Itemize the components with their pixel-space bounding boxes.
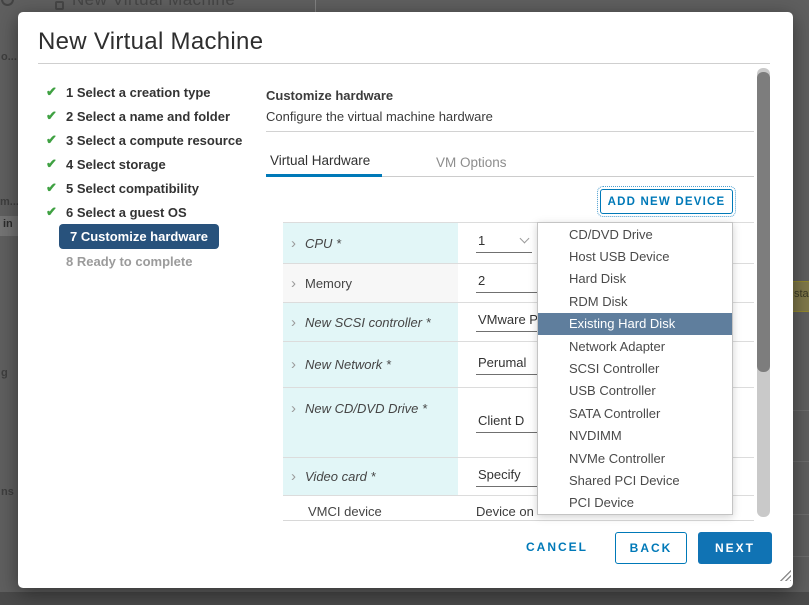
background-table-line <box>793 556 809 557</box>
row-label-cell: Memory <box>283 264 458 302</box>
step-label: 8 Ready to complete <box>66 254 192 269</box>
cancel-button[interactable]: CANCEL <box>526 540 588 554</box>
resize-handle-icon[interactable] <box>779 569 791 581</box>
step-label: 4 Select storage <box>66 157 166 172</box>
row-label: CPU * <box>305 236 341 251</box>
menu-item-host-usb-device[interactable]: Host USB Device <box>538 245 732 267</box>
expand-chevron-icon[interactable] <box>291 469 296 484</box>
row-label-cell: CPU * <box>283 223 458 263</box>
new-vm-wizard-dialog: New Virtual Machine 1 Select a creation … <box>18 12 793 588</box>
menu-item-nvme-controller[interactable]: NVMe Controller <box>538 447 732 469</box>
chevron-down-icon <box>520 234 530 244</box>
background-text-fragment: m... <box>0 196 19 208</box>
menu-item-cddvd-drive[interactable]: CD/DVD Drive <box>538 223 732 245</box>
expand-chevron-icon[interactable] <box>291 276 296 291</box>
expand-chevron-icon[interactable] <box>291 357 296 372</box>
background-table-line <box>793 410 809 411</box>
row-label: Memory <box>305 276 352 291</box>
hardware-tabs: Virtual Hardware VM Options <box>266 150 754 177</box>
divider <box>315 0 316 12</box>
menu-item-existing-hard-disk[interactable]: Existing Hard Disk <box>538 313 732 335</box>
row-label: Video card * <box>305 469 376 484</box>
row-label-cell: New Network * <box>283 342 458 387</box>
step-label: 2 Select a name and folder <box>66 109 230 124</box>
background-window-title: New Virtual Machine <box>72 0 235 10</box>
divider <box>266 131 754 132</box>
select-value: VMware P <box>478 312 538 327</box>
row-label: New SCSI controller * <box>305 315 431 330</box>
row-label: New CD/DVD Drive * <box>305 401 427 416</box>
tab-virtual-hardware[interactable]: Virtual Hardware <box>266 153 382 177</box>
background-text-fragment: in <box>3 218 13 230</box>
next-button[interactable]: NEXT <box>698 532 772 564</box>
row-label: VMCI device <box>308 504 382 519</box>
step-label: 1 Select a creation type <box>66 85 211 100</box>
select-value: 2 <box>478 273 485 288</box>
check-icon <box>46 156 66 172</box>
background-table-line <box>793 461 809 462</box>
cpu-count-select[interactable]: 1 <box>476 233 532 253</box>
step-label: 6 Select a guest OS <box>66 205 187 220</box>
panel-heading: Customize hardware <box>266 88 393 103</box>
wizard-step-7-active[interactable]: 7 Customize hardware <box>59 224 219 249</box>
add-new-device-button[interactable]: ADD NEW DEVICE <box>600 189 733 214</box>
menu-item-network-adapter[interactable]: Network Adapter <box>538 335 732 357</box>
step-label: 7 Customize hardware <box>70 229 208 244</box>
expand-chevron-icon[interactable] <box>291 315 296 330</box>
row-label-cell: New SCSI controller * <box>283 303 458 341</box>
check-icon <box>46 108 66 124</box>
wizard-step-2[interactable]: 2 Select a name and folder <box>46 104 261 128</box>
menu-item-rdm-disk[interactable]: RDM Disk <box>538 290 732 312</box>
expand-chevron-icon[interactable] <box>291 236 296 251</box>
menu-item-usb-controller[interactable]: USB Controller <box>538 380 732 402</box>
background-table-line <box>793 514 809 515</box>
wizard-steps-nav: 1 Select a creation type 2 Select a name… <box>46 80 261 273</box>
divider <box>38 63 770 64</box>
add-device-dropdown-menu: CD/DVD Drive Host USB Device Hard Disk R… <box>537 222 733 515</box>
vmci-value: Device on <box>476 504 534 519</box>
check-icon <box>46 132 66 148</box>
row-label-cell: VMCI device <box>283 496 458 521</box>
expand-chevron-icon[interactable] <box>291 401 296 416</box>
wizard-step-3[interactable]: 3 Select a compute resource <box>46 128 261 152</box>
panel-subheading: Configure the virtual machine hardware <box>266 109 493 124</box>
wizard-step-1[interactable]: 1 Select a creation type <box>46 80 261 104</box>
background-app-topbar: New Virtual Machine <box>0 0 809 12</box>
step-label: 5 Select compatibility <box>66 181 199 196</box>
checkbox-icon <box>55 1 64 10</box>
wizard-step-5[interactable]: 5 Select compatibility <box>46 176 261 200</box>
check-icon <box>46 204 66 220</box>
wizard-step-4[interactable]: 4 Select storage <box>46 152 261 176</box>
globe-icon <box>1 0 14 6</box>
background-text-fragment: o... <box>1 51 17 63</box>
row-label-cell: Video card * <box>283 458 458 495</box>
select-value: Perumal <box>478 355 526 370</box>
menu-item-sata-controller[interactable]: SATA Controller <box>538 402 732 424</box>
background-text-fragment: ns <box>1 486 14 498</box>
scrollbar-thumb[interactable] <box>757 72 770 372</box>
background-warning-row: sta <box>793 281 809 312</box>
menu-item-hard-disk[interactable]: Hard Disk <box>538 268 732 290</box>
background-taskbar <box>0 592 809 605</box>
wizard-step-6[interactable]: 6 Select a guest OS <box>46 200 261 224</box>
wizard-step-8: 8 Ready to complete <box>46 249 261 273</box>
background-text-fragment: g <box>1 367 8 379</box>
menu-item-scsi-controller[interactable]: SCSI Controller <box>538 357 732 379</box>
menu-item-nvdimm[interactable]: NVDIMM <box>538 425 732 447</box>
step-label: 3 Select a compute resource <box>66 133 242 148</box>
select-value: Specify <box>478 467 521 482</box>
row-label: New Network * <box>305 357 391 372</box>
menu-item-shared-pci-device[interactable]: Shared PCI Device <box>538 469 732 491</box>
check-icon <box>46 84 66 100</box>
menu-item-pci-device[interactable]: PCI Device <box>538 492 732 514</box>
row-label-cell: New CD/DVD Drive * <box>283 388 458 457</box>
select-value: Client D <box>478 413 524 428</box>
tab-vm-options[interactable]: VM Options <box>436 155 507 170</box>
select-value: 1 <box>478 233 485 248</box>
back-button[interactable]: BACK <box>615 532 687 564</box>
check-icon <box>46 180 66 196</box>
dialog-title: New Virtual Machine <box>38 28 263 56</box>
